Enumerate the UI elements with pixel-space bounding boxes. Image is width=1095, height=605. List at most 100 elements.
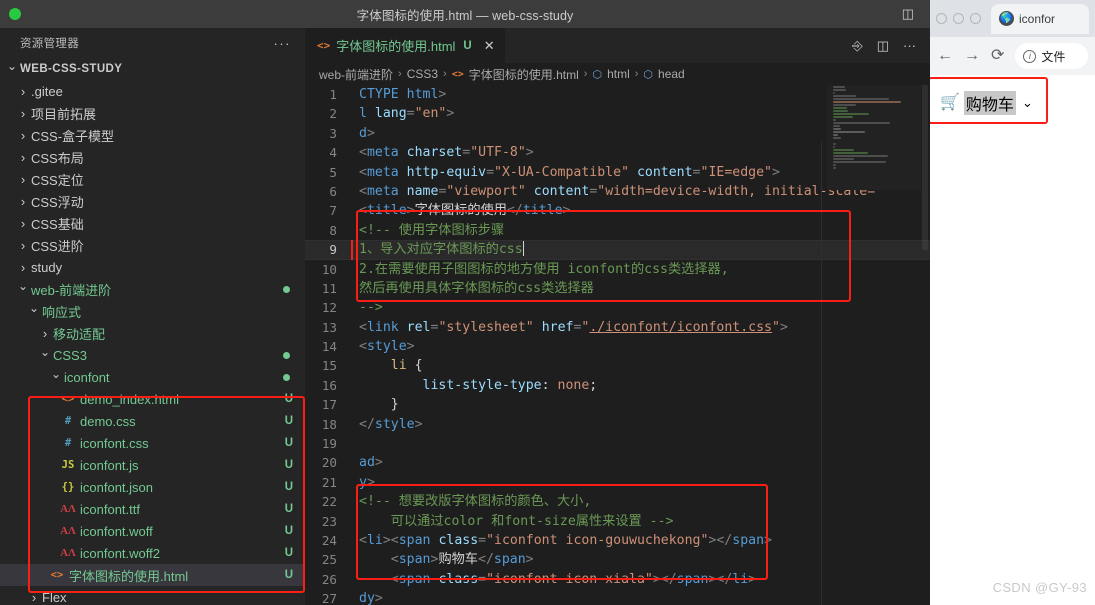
tree-file-item[interactable]: AΛ iconfont.woff2 U: [0, 542, 305, 564]
toggle-layout-icon[interactable]: ◫: [902, 6, 914, 22]
tree-file-item[interactable]: <> demo_index.html U: [0, 388, 305, 410]
breadcrumb-item[interactable]: html: [607, 67, 630, 81]
code-line[interactable]: 16 list-style-type: none;: [305, 376, 930, 395]
browser-minimize-icon[interactable]: [953, 13, 964, 24]
code-line[interactable]: 23 可以通过color 和font-size属性来设置 -->: [305, 512, 930, 531]
code-line[interactable]: 13 <link rel="stylesheet" href="./iconfon…: [305, 318, 930, 337]
tree-file-item[interactable]: JS iconfont.js U: [0, 454, 305, 476]
tree-folder-item[interactable]: .gitee: [0, 80, 305, 102]
editor-tab-active[interactable]: <> 字体图标的使用.html U ✕: [305, 28, 506, 63]
tree-file-item[interactable]: <> 字体图标的使用.html U: [0, 564, 305, 586]
tree-folder-item[interactable]: CSS浮动: [0, 190, 305, 212]
explorer-more-icon[interactable]: ···: [274, 36, 292, 51]
code-line[interactable]: 25 <span>购物车</span>: [305, 550, 930, 569]
code-line-text: <meta name="viewport" content="width=dev…: [359, 183, 876, 199]
chevron-right-icon[interactable]: [26, 590, 42, 605]
chevron-down-icon[interactable]: ⌄: [1022, 95, 1033, 111]
chevron-right-icon[interactable]: [15, 150, 31, 165]
forward-icon[interactable]: →: [964, 48, 980, 64]
chevron-down-icon[interactable]: [37, 348, 53, 362]
split-editor-icon[interactable]: ⎆: [852, 38, 862, 54]
cart-list-item[interactable]: 🛒 购物车 ⌄: [930, 91, 1095, 115]
minimap-line: [833, 137, 842, 139]
tree-folder-item[interactable]: 移动适配: [0, 322, 305, 344]
tree-folder-item[interactable]: CSS定位: [0, 168, 305, 190]
code-line[interactable]: 7 <title>字体图标的使用</title>: [305, 201, 930, 220]
breadcrumb[interactable]: web-前端进阶 › CSS3 › <> 字体图标的使用.html › ⬡ html › ⬡ head: [305, 63, 930, 85]
site-info-icon[interactable]: i: [1023, 49, 1037, 63]
breadcrumb-item[interactable]: web-前端进阶: [319, 66, 393, 83]
address-bar[interactable]: i 文件: [1015, 43, 1088, 69]
chevron-down-icon[interactable]: [4, 62, 20, 76]
tree-folder-item[interactable]: 响应式: [0, 300, 305, 322]
breadcrumb-item[interactable]: CSS3: [407, 67, 438, 81]
code-line[interactable]: 19: [305, 434, 930, 453]
git-status-badge: U: [284, 547, 293, 559]
code-line[interactable]: 12 -->: [305, 298, 930, 317]
minimap-line: [833, 92, 836, 94]
tree-folder-item[interactable]: web-前端进阶: [0, 278, 305, 300]
chevron-right-icon[interactable]: [15, 238, 31, 253]
editor-minimap[interactable]: [827, 85, 921, 190]
code-line[interactable]: 18 </style>: [305, 415, 930, 434]
code-line[interactable]: 22 <!-- 想要改版字体图标的颜色、大小,: [305, 492, 930, 511]
tree-file-item[interactable]: # demo.css U: [0, 410, 305, 432]
breadcrumb-item[interactable]: head: [658, 67, 685, 81]
chevron-right-icon[interactable]: [15, 194, 31, 209]
chevron-right-icon[interactable]: [15, 216, 31, 231]
code-line[interactable]: 10 2.在需要使用子图图标的地方使用 iconfont的css类选择器,: [305, 260, 930, 279]
code-line[interactable]: 26 <span class="iconfont icon-xiala"></s…: [305, 570, 930, 589]
chevron-down-icon[interactable]: [15, 282, 31, 296]
code-line[interactable]: 9 1、导入对应字体图标的css: [305, 240, 930, 260]
editor-scrollbar[interactable]: [922, 85, 928, 250]
tree-file-item[interactable]: # iconfont.css U: [0, 432, 305, 454]
browser-tab[interactable]: 🌎 iconfor: [991, 3, 1089, 34]
code-line[interactable]: 8 <!-- 使用字体图标步骤: [305, 221, 930, 240]
code-line[interactable]: 24 <li><span class="iconfont icon-gouwuch…: [305, 531, 930, 550]
tree-folder-item[interactable]: CSS布局: [0, 146, 305, 168]
tree-folder-item[interactable]: WEB-CSS-STUDY: [0, 58, 305, 80]
chevron-down-icon[interactable]: [48, 370, 64, 384]
code-line[interactable]: 17 }: [305, 395, 930, 414]
tree-folder-item[interactable]: CSS-盒子模型: [0, 124, 305, 146]
back-icon[interactable]: ←: [937, 48, 953, 64]
tab-label: 字体图标的使用.html: [336, 39, 456, 54]
code-line[interactable]: 21 y>: [305, 473, 930, 492]
more-actions-icon[interactable]: ···: [903, 38, 916, 53]
chevron-right-icon[interactable]: [15, 84, 31, 99]
code-line[interactable]: 15 li {: [305, 356, 930, 375]
chevron-right-icon[interactable]: [15, 172, 31, 187]
code-editor[interactable]: 1 CTYPE html> 2 l lang="en"> 3 d> 4 <meta chars…: [305, 85, 930, 605]
browser-close-icon[interactable]: [936, 13, 947, 24]
tree-file-item[interactable]: AΛ iconfont.ttf U: [0, 498, 305, 520]
code-line[interactable]: 14 <style>: [305, 337, 930, 356]
chevron-right-icon[interactable]: [15, 106, 31, 121]
tree-folder-item[interactable]: CSS进阶: [0, 234, 305, 256]
minimap-line: [833, 167, 837, 169]
tree-folder-item[interactable]: iconfont: [0, 366, 305, 388]
tree-file-item[interactable]: {} iconfont.json U: [0, 476, 305, 498]
reload-icon[interactable]: ⟳: [991, 48, 1004, 64]
browser-window: 🌎 iconfor ← → ⟳ i 文件 🛒 购物车 ⌄ CSDN @GY-93: [930, 0, 1095, 605]
tree-file-item[interactable]: AΛ iconfont.woff U: [0, 520, 305, 542]
chevron-down-icon[interactable]: [26, 304, 42, 318]
line-number: 3: [329, 125, 337, 141]
code-line[interactable]: 11 然后再使用具体字体图标的css类选择器: [305, 279, 930, 298]
browser-maximize-icon[interactable]: [970, 13, 981, 24]
tree-folder-item[interactable]: CSS基础: [0, 212, 305, 234]
browser-traffic-lights[interactable]: [936, 13, 981, 24]
chevron-right-icon[interactable]: [15, 260, 31, 275]
tab-close-icon[interactable]: ✕: [484, 38, 495, 54]
breadcrumb-item[interactable]: 字体图标的使用.html: [469, 66, 579, 83]
code-line[interactable]: 27 dy>: [305, 589, 930, 605]
toggle-panel-icon[interactable]: ◫: [877, 38, 889, 54]
chevron-right-icon[interactable]: [37, 326, 53, 341]
tree-folder-item[interactable]: CSS3: [0, 344, 305, 366]
code-line-text: 2.在需要使用子图图标的地方使用 iconfont的css类选择器,: [359, 261, 729, 277]
tree-folder-item[interactable]: Flex: [0, 586, 305, 605]
explorer-file-tree[interactable]: WEB-CSS-STUDY .gitee 项目前拓展 CSS-盒子模型 CSS布局 CSS…: [0, 58, 305, 605]
tree-folder-item[interactable]: study: [0, 256, 305, 278]
code-line[interactable]: 20 ad>: [305, 453, 930, 472]
chevron-right-icon[interactable]: [15, 128, 31, 143]
tree-folder-item[interactable]: 项目前拓展: [0, 102, 305, 124]
